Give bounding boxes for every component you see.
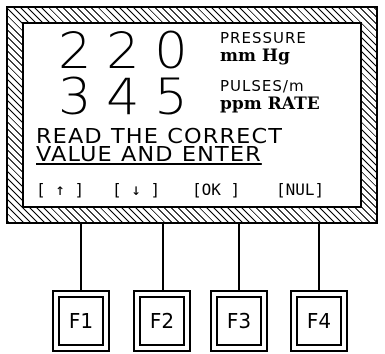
f3-label: F3 (216, 296, 262, 346)
lcd-screen: 220 PRESSURE mm Hg 345 PULSES/m ppm RATE… (22, 22, 362, 208)
softkey-down-label: [ ↓ ] (112, 180, 161, 199)
softkey-ok-label: [OK ] (192, 180, 241, 199)
f4-connector (318, 224, 320, 290)
f4-button[interactable]: F4 (290, 290, 348, 352)
pulse-value: 345 (58, 68, 203, 126)
f3-button[interactable]: F3 (210, 290, 268, 352)
pressure-value: 220 (58, 22, 203, 80)
pressure-unit: mm Hg (220, 46, 290, 66)
message-line-2: VALUE AND ENTER (36, 142, 262, 166)
softkey-nul-label: [NUL] (276, 180, 325, 199)
pressure-label: PRESSURE (220, 29, 307, 47)
f2-button[interactable]: F2 (133, 290, 191, 352)
softkey-up-label: [ ↑ ] (36, 180, 85, 199)
pulse-unit: ppm RATE (220, 94, 320, 114)
f2-connector (162, 224, 164, 290)
f1-connector (80, 224, 82, 290)
pulse-label: PULSES/m (220, 77, 305, 95)
f1-label: F1 (58, 296, 104, 346)
f3-connector (238, 224, 240, 290)
display-bezel: 220 PRESSURE mm Hg 345 PULSES/m ppm RATE… (6, 6, 378, 224)
f2-label: F2 (139, 296, 185, 346)
f1-button[interactable]: F1 (52, 290, 110, 352)
f4-label: F4 (296, 296, 342, 346)
